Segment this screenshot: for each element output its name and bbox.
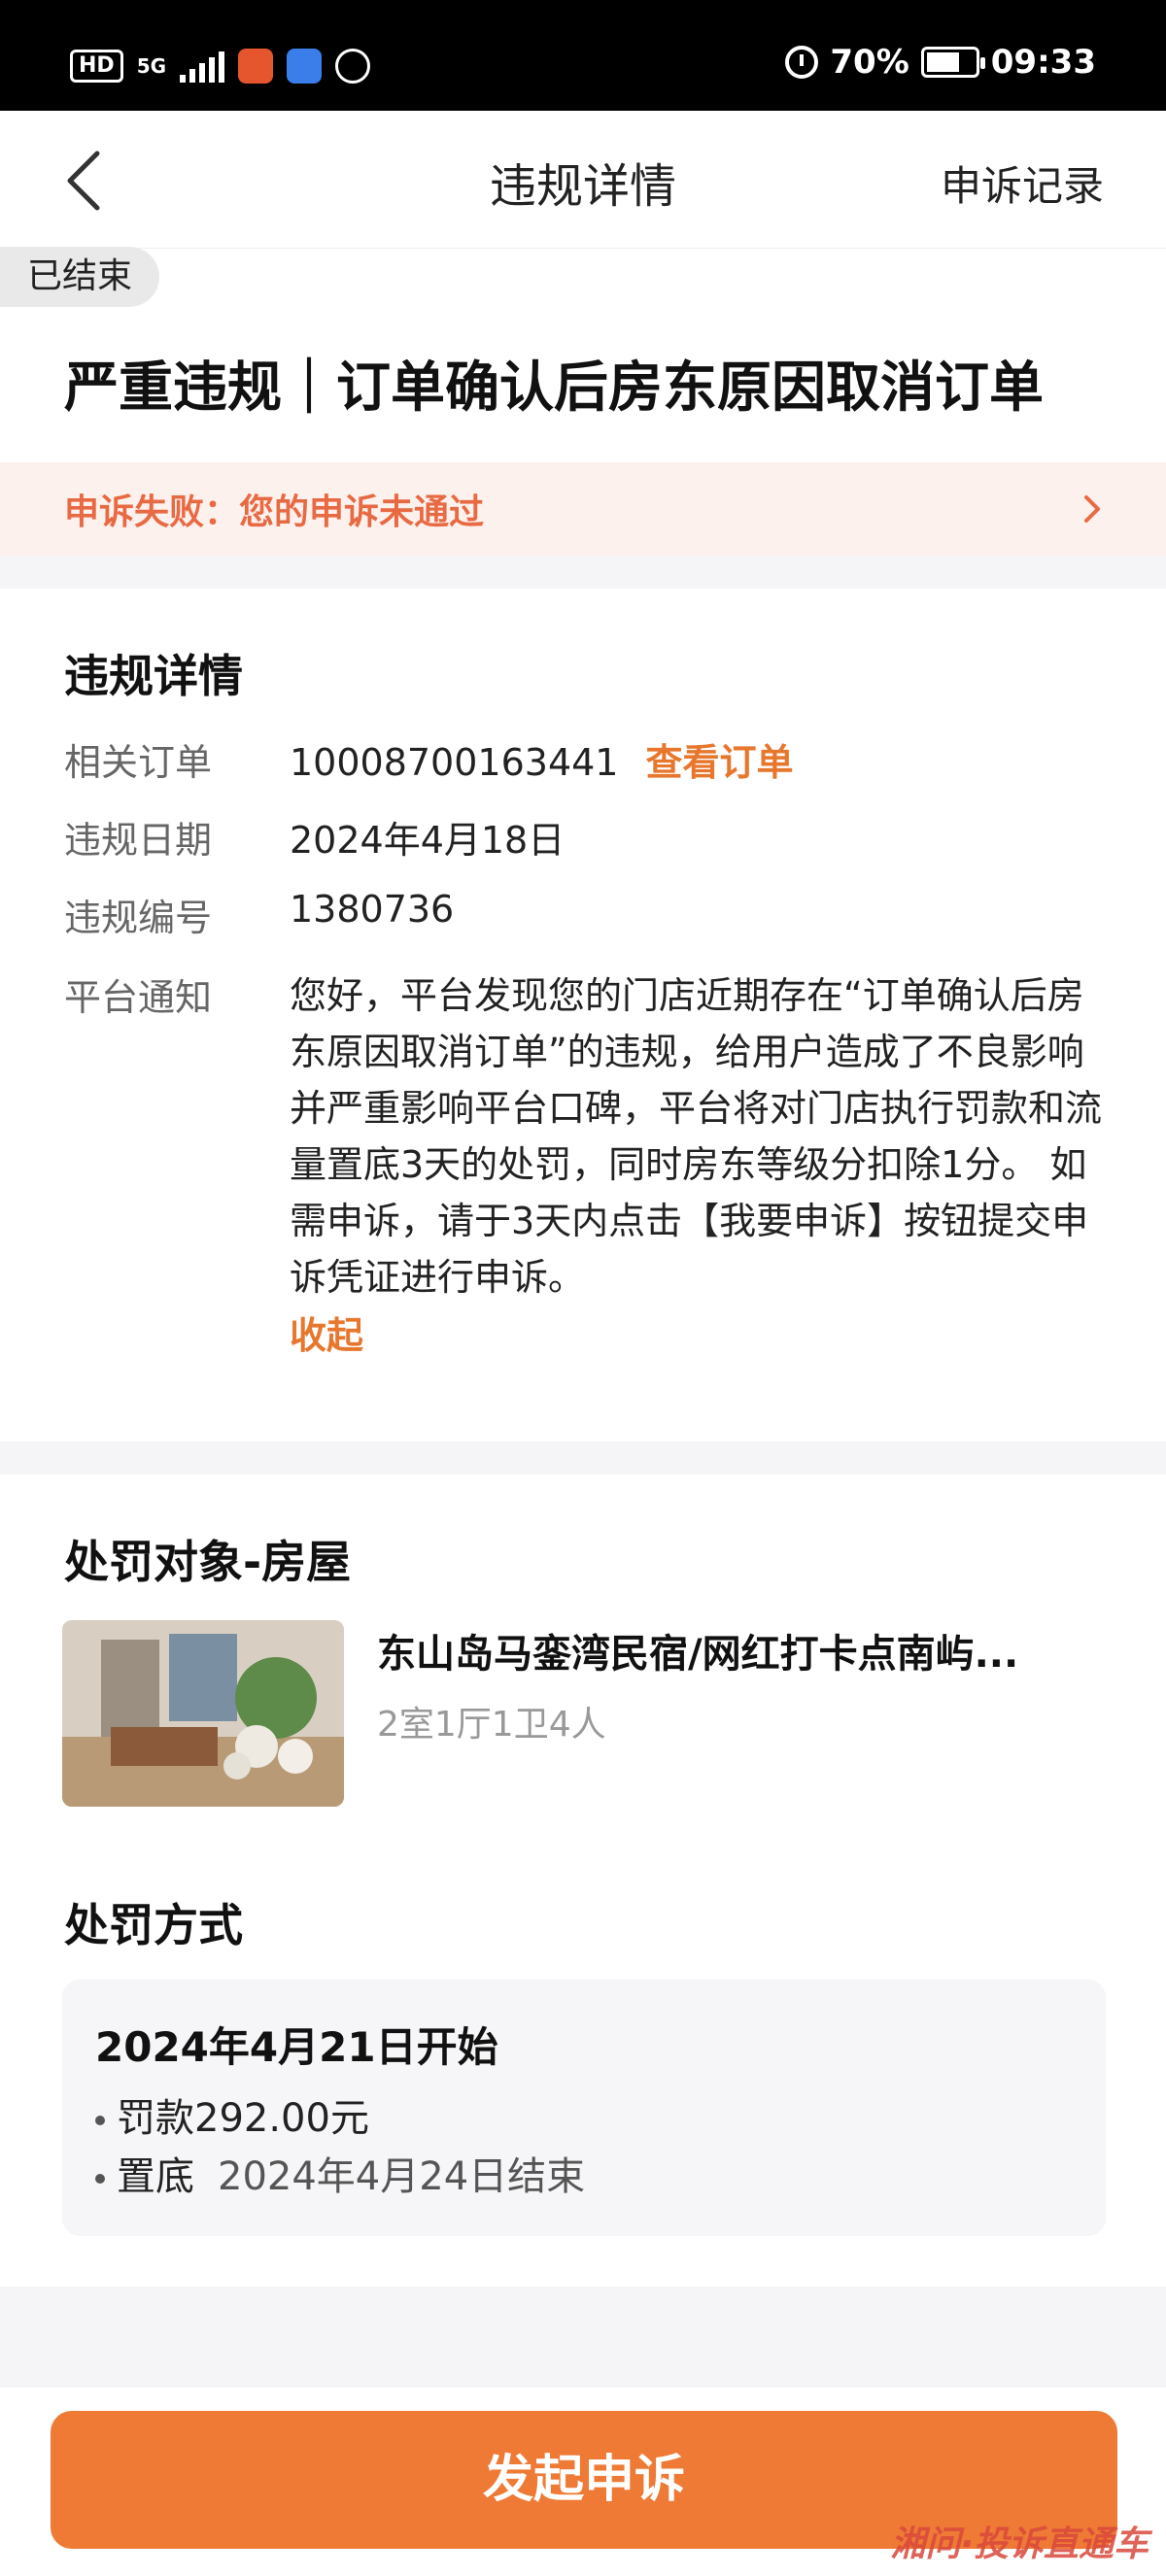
penalty-start-date: 2024年4月21日开始 (95, 2023, 498, 2071)
house-spec: 2室1厅1卫4人 (377, 1705, 606, 1745)
penalty-fine: 罚款292.00元 (117, 2096, 369, 2141)
status-left: HD 5G (70, 49, 371, 84)
signal-icon (180, 50, 225, 83)
appeal-history-link[interactable]: 申诉记录 (941, 153, 1104, 213)
watermark-logo: 湘问·投诉直通车 (890, 2525, 1149, 2564)
penalty-fine-item: 罚款292.00元 (95, 2086, 369, 2143)
collapse-link[interactable]: 收起 (290, 1305, 363, 1359)
status-right: 70% 09:33 (785, 43, 1096, 82)
hd-badge: HD (70, 50, 123, 83)
notice-label: 平台通知 (64, 976, 213, 1019)
order-number: 10008700163441 (290, 741, 619, 784)
app-icon (238, 49, 274, 84)
order-row: 10008700163441 查看订单 (290, 732, 794, 786)
target-section-title: 处罚对象-房屋 (64, 1536, 352, 1588)
view-order-link[interactable]: 查看订单 (645, 741, 793, 784)
house-thumbnail[interactable] (62, 1620, 344, 1807)
order-label: 相关订单 (64, 741, 213, 784)
appeal-result-text: 申诉失败：您的申诉未通过 (64, 492, 485, 532)
nav-bar: 违规详情 申诉记录 (0, 111, 1166, 249)
baidu-icon (287, 49, 323, 84)
penalty-section-title: 处罚方式 (64, 1899, 243, 1951)
bullet-icon (95, 2116, 105, 2125)
bullet-icon (95, 2174, 105, 2184)
date-label: 违规日期 (64, 819, 213, 862)
chevron-right-icon (1084, 495, 1100, 523)
penalty-bottom-label: 置底 (117, 2154, 194, 2199)
status-bar: HD 5G 70% 09:33 (0, 0, 1166, 111)
date-value: 2024年4月18日 (290, 819, 566, 862)
details-section-title: 违规详情 (64, 650, 243, 702)
section-divider (0, 556, 1166, 589)
battery-percent: 70% (830, 43, 909, 82)
network-label: 5G (136, 54, 167, 78)
penalty-card: 2024年4月21日开始 罚款292.00元 置底 2024年4月24日结束 (62, 1980, 1106, 2236)
number-label: 违规编号 (64, 897, 213, 939)
section-divider (0, 1441, 1166, 1474)
number-value: 1380736 (290, 888, 455, 931)
penalty-bottom-end: 2024年4月24日结束 (218, 2154, 586, 2199)
house-title[interactable]: 东山岛马銮湾民宿/网红打卡点南屿... (377, 1622, 1018, 1678)
appeal-result-banner[interactable]: 申诉失败：您的申诉未通过 (0, 462, 1166, 556)
alarm-icon (785, 46, 819, 79)
penalty-bottom-item: 置底 2024年4月24日结束 (95, 2145, 585, 2201)
battery-icon (920, 47, 985, 78)
violation-headline: 严重违规｜订单确认后房东原因取消订单 (64, 356, 1044, 420)
status-badge: 已结束 (0, 247, 160, 307)
clock: 09:33 (990, 43, 1096, 82)
notice-text: 您好，平台发现您的门店近期存在“订单确认后房东原因取消订单”的违规，给用户造成了… (290, 974, 1103, 1299)
hand-icon (335, 49, 371, 84)
